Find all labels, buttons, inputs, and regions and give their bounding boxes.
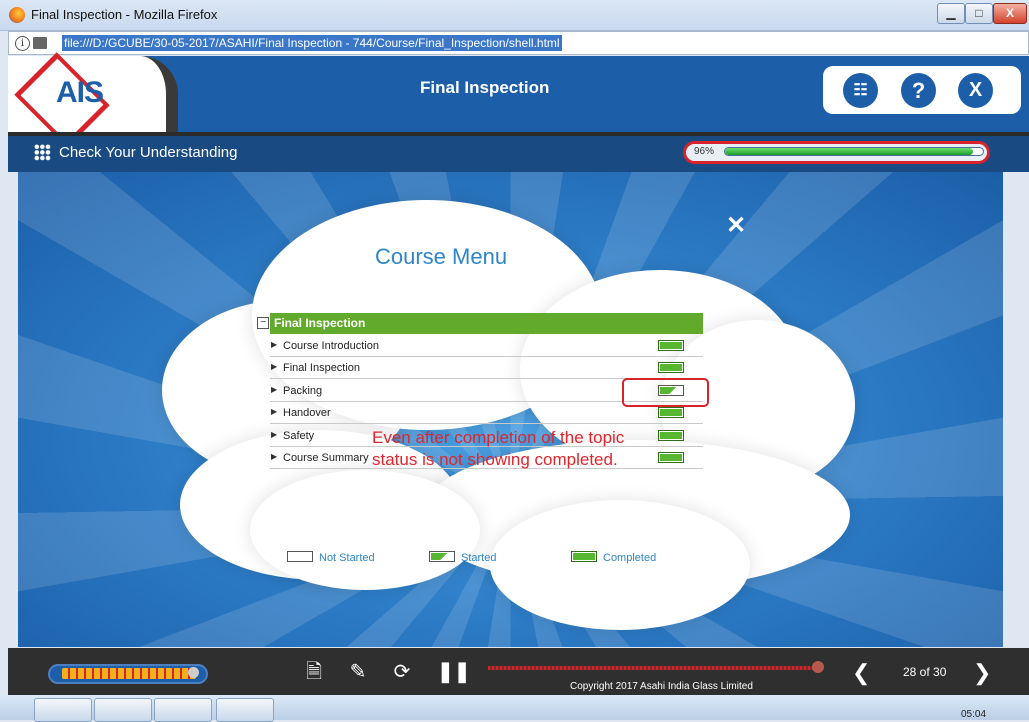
- page-icon: [33, 37, 47, 49]
- status-completed-icon: [658, 340, 684, 351]
- address-bar[interactable]: i file:///D:/GCUBE/30-05-2017/ASAHI/Fina…: [8, 31, 1029, 55]
- expand-arrow-icon: ▶: [271, 452, 278, 461]
- ais-logo-text: AIS: [56, 76, 104, 109]
- menu-grid-icon[interactable]: [34, 144, 51, 161]
- next-page-button[interactable]: ❯: [973, 660, 991, 686]
- page-counter: 28 of 30: [903, 665, 947, 679]
- expand-arrow-icon: ▶: [271, 385, 278, 394]
- section-title: Check Your Understanding: [59, 144, 238, 161]
- issue-annotation: Even after completion of the topic statu…: [372, 428, 625, 469]
- status-not-started-icon: [287, 551, 313, 562]
- window-title: Final Inspection - Mozilla Firefox: [31, 7, 218, 22]
- expand-arrow-icon: ▶: [271, 340, 278, 349]
- menu-item-label: Course Summary: [283, 452, 369, 464]
- progress-percent: 96%: [694, 146, 715, 157]
- expand-arrow-icon: ▶: [271, 407, 278, 416]
- menu-title: Course Menu: [375, 244, 508, 269]
- status-completed-icon: [658, 407, 684, 418]
- status-completed-icon: [571, 551, 597, 562]
- progress-bar: [724, 147, 984, 156]
- exit-button[interactable]: X: [958, 73, 993, 108]
- firefox-icon: [9, 7, 25, 23]
- taskbar-app-button[interactable]: [154, 698, 212, 722]
- taskbar-app-button[interactable]: [34, 698, 92, 722]
- menu-item-label: Safety: [283, 430, 315, 442]
- menu-item-course-introduction[interactable]: ▶ Course Introduction: [270, 335, 703, 357]
- cloud-shape: [490, 500, 750, 630]
- menu-item-label: Handover: [283, 407, 331, 419]
- taskbar-clock: 05:04: [961, 709, 987, 720]
- replay-button[interactable]: ⟳: [390, 660, 414, 684]
- collapse-icon[interactable]: −: [257, 317, 269, 329]
- menu-group-header[interactable]: Final Inspection: [270, 313, 703, 334]
- sitemap-button[interactable]: ☷: [843, 73, 878, 108]
- info-icon[interactable]: i: [15, 36, 30, 51]
- menu-item-label: Final Inspection: [283, 362, 361, 374]
- issue-highlight-box: [622, 378, 709, 407]
- legend-label: Completed: [603, 552, 657, 564]
- menu-item-label: Course Introduction: [283, 340, 379, 352]
- legend-label: Started: [461, 552, 497, 564]
- expand-arrow-icon: ▶: [271, 430, 278, 439]
- status-started-icon: [429, 551, 455, 562]
- volume-level: [62, 668, 196, 679]
- copyright-text: Copyright 2017 Asahi India Glass Limited: [570, 681, 753, 692]
- menu-item-final-inspection[interactable]: ▶ Final Inspection: [270, 357, 703, 379]
- close-menu-icon[interactable]: ✕: [726, 211, 746, 240]
- legend-completed: Completed: [571, 551, 656, 564]
- edit-button[interactable]: ✎: [346, 660, 370, 684]
- legend-started: Started: [429, 551, 496, 564]
- legend-not-started: Not Started: [287, 551, 375, 564]
- minimize-button[interactable]: ▁: [937, 3, 965, 24]
- pause-button[interactable]: ❚❚: [437, 660, 471, 684]
- close-window-button[interactable]: X: [993, 3, 1027, 24]
- menu-item-label: Packing: [283, 385, 323, 397]
- expand-arrow-icon: ▶: [271, 362, 278, 371]
- seek-knob[interactable]: [812, 661, 824, 673]
- volume-knob[interactable]: [188, 667, 199, 678]
- taskbar-app-button[interactable]: [216, 698, 274, 722]
- help-button[interactable]: ?: [901, 73, 936, 108]
- url-text[interactable]: file:///D:/GCUBE/30-05-2017/ASAHI/Final …: [62, 35, 562, 51]
- prev-page-button[interactable]: ❮: [852, 660, 870, 686]
- legend-label: Not Started: [319, 552, 375, 564]
- seek-bar[interactable]: [488, 666, 820, 670]
- cloud-shape: [250, 470, 480, 590]
- taskbar-app-button[interactable]: [94, 698, 152, 722]
- course-title: Final Inspection: [420, 78, 550, 97]
- maximize-button[interactable]: □: [965, 3, 993, 24]
- notes-button[interactable]: 🗎: [302, 660, 326, 684]
- progress-fill: [725, 148, 973, 155]
- status-completed-icon: [658, 362, 684, 373]
